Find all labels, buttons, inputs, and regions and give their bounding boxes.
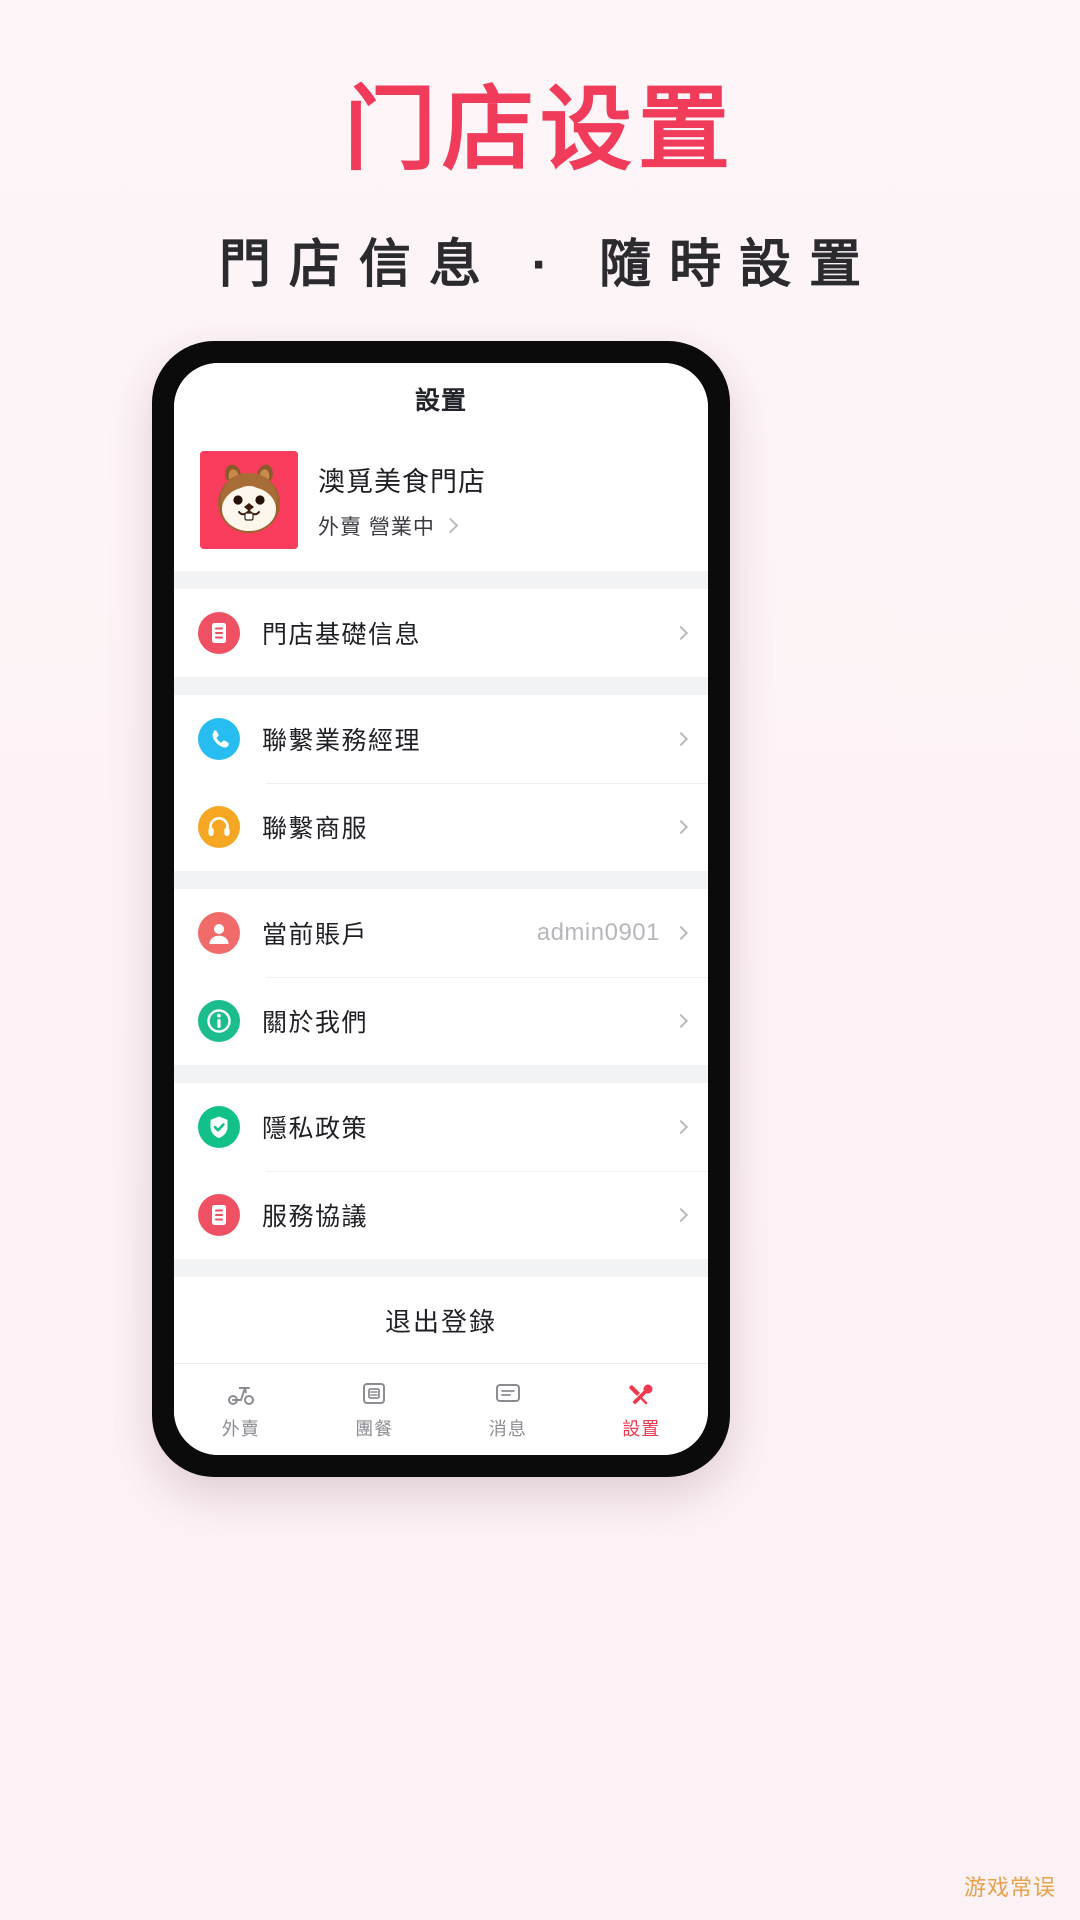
settings-row[interactable]: 聯繫業務經理 xyxy=(174,695,708,783)
chevron-right-icon xyxy=(673,731,689,747)
tab-meal-box[interactable]: 團餐 xyxy=(308,1364,442,1455)
tab-tools[interactable]: 設置 xyxy=(575,1364,709,1455)
chevron-right-icon xyxy=(673,925,689,941)
user-icon xyxy=(198,912,240,954)
phone-screen: 設置 澳覓美食門店 外賣 營業中 門店基礎信息 聯繫業務經理 聯繫商服 當前賬戶… xyxy=(174,363,708,1455)
document-icon xyxy=(198,1194,240,1236)
promo-subtitle: 門店信息 · 隨時設置 xyxy=(218,236,880,294)
app-bar-title: 設置 xyxy=(414,387,467,415)
tab-scooter[interactable]: 外賣 xyxy=(174,1364,308,1455)
settings-row-label: 服務協議 xyxy=(262,1203,369,1231)
store-profile-row[interactable]: 澳覓美食門店 外賣 營業中 xyxy=(174,435,708,571)
settings-row[interactable]: 關於我們 xyxy=(174,977,708,1065)
logout-label: 退出登錄 xyxy=(384,1306,497,1337)
settings-row[interactable]: 門店基礎信息 xyxy=(174,589,708,677)
settings-groups: 門店基礎信息 聯繫業務經理 聯繫商服 當前賬戶 admin0901 關於我們 隱私政策 服務協… xyxy=(174,571,708,1259)
tab-label: 設置 xyxy=(622,1419,661,1439)
tab-label: 團餐 xyxy=(355,1419,394,1439)
chevron-right-icon xyxy=(442,517,459,534)
store-name: 澳覓美食門店 xyxy=(318,466,486,497)
settings-scroll-area[interactable]: 澳覓美食門店 外賣 營業中 門店基礎信息 聯繫業務經理 聯繫商服 當前賬戶 admin0… xyxy=(174,435,708,1363)
store-status-row[interactable]: 外賣 營業中 xyxy=(318,511,486,541)
store-avatar xyxy=(200,451,298,549)
settings-row[interactable]: 當前賬戶 admin0901 xyxy=(174,889,708,977)
settings-group: 聯繫業務經理 聯繫商服 xyxy=(174,695,708,871)
info-icon xyxy=(198,1000,240,1042)
group-gap xyxy=(174,871,708,889)
settings-row[interactable]: 服務協議 xyxy=(174,1171,708,1259)
settings-group: 隱私政策 服務協議 xyxy=(174,1083,708,1259)
tab-label: 消息 xyxy=(488,1419,527,1439)
shield-check-icon xyxy=(198,1106,240,1148)
bottom-tab-bar: 外賣 團餐 消息 設置 xyxy=(174,1363,708,1455)
settings-row-label: 隱私政策 xyxy=(262,1115,369,1143)
app-bar: 設置 xyxy=(174,363,708,435)
promo-title: 门店设置 xyxy=(343,79,736,181)
settings-row-label: 聯繫商服 xyxy=(262,815,369,843)
message-icon xyxy=(493,1378,523,1408)
tab-label: 外賣 xyxy=(221,1419,260,1439)
chevron-right-icon xyxy=(673,819,689,835)
settings-group: 門店基礎信息 xyxy=(174,589,708,677)
group-gap xyxy=(174,677,708,695)
watermark: 游戏常误 xyxy=(963,1875,1056,1900)
store-meta: 澳覓美食門店 外賣 營業中 xyxy=(318,460,486,541)
group-gap xyxy=(174,1065,708,1083)
phone-icon xyxy=(198,718,240,760)
settings-row-value: admin0901 xyxy=(536,919,660,946)
document-icon xyxy=(198,612,240,654)
settings-row[interactable]: 隱私政策 xyxy=(174,1083,708,1171)
tools-icon xyxy=(626,1378,656,1408)
scooter-icon xyxy=(226,1378,256,1408)
chevron-right-icon xyxy=(673,1013,689,1029)
logout-button[interactable]: 退出登錄 xyxy=(174,1277,708,1363)
meal-box-icon xyxy=(359,1378,389,1408)
headset-icon xyxy=(198,806,240,848)
settings-row[interactable]: 聯繫商服 xyxy=(174,783,708,871)
settings-row-label: 聯繫業務經理 xyxy=(262,727,422,755)
chevron-right-icon xyxy=(673,1119,689,1135)
settings-row-label: 當前賬戶 xyxy=(262,921,369,949)
settings-row-label: 關於我們 xyxy=(262,1009,369,1037)
settings-row-label: 門店基礎信息 xyxy=(262,621,422,649)
tab-message[interactable]: 消息 xyxy=(441,1364,575,1455)
chevron-right-icon xyxy=(673,625,689,641)
store-status-text: 外賣 營業中 xyxy=(318,515,435,539)
promo-page: 门店设置 門店信息 · 隨時設置 設置 澳覓美食門店 外賣 營業中 門店基礎信息… xyxy=(0,0,1080,1920)
group-gap xyxy=(174,1259,708,1277)
chevron-right-icon xyxy=(673,1207,689,1223)
settings-group: 當前賬戶 admin0901 關於我們 xyxy=(174,889,708,1065)
group-gap xyxy=(174,571,708,589)
phone-mockup: 設置 澳覓美食門店 外賣 營業中 門店基礎信息 聯繫業務經理 聯繫商服 當前賬戶… xyxy=(152,341,730,1477)
